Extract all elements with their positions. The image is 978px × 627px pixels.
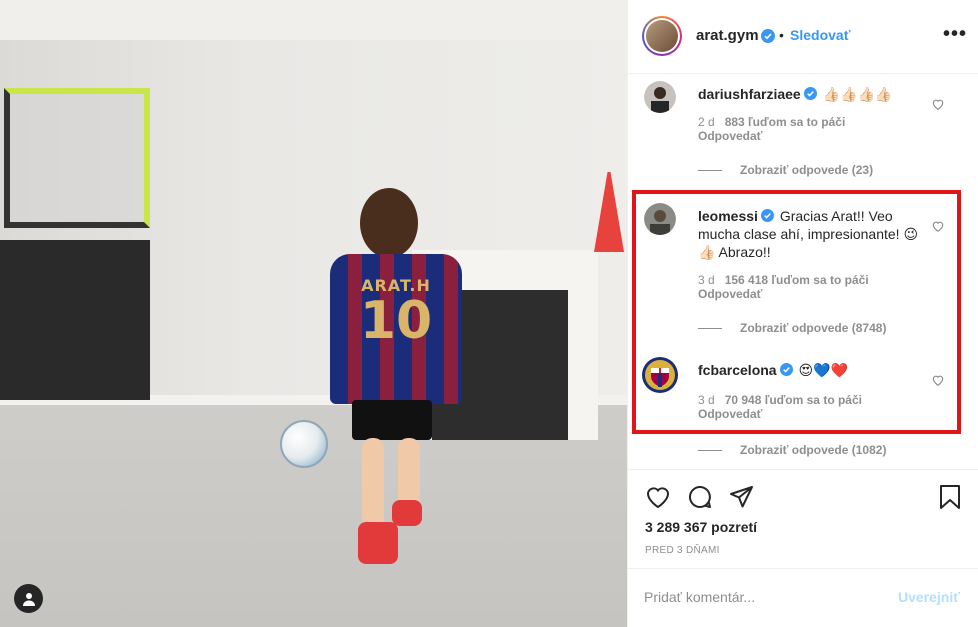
video-ceiling	[0, 0, 627, 40]
person-icon	[22, 592, 35, 606]
comment-item: dariushfarziaee 👍🏻👍🏻👍🏻👍🏻 2 d 883 ľuďom sa…	[628, 81, 978, 181]
comment-avatar[interactable]	[640, 355, 680, 395]
post-comment-button[interactable]: Uverejniť	[898, 589, 960, 605]
view-replies-button[interactable]: Zobraziť odpovede (1082)	[698, 443, 886, 457]
child-jersey: ARAT.H 10	[330, 254, 462, 404]
view-replies-button[interactable]: Zobraziť odpovede (8748)	[698, 321, 886, 335]
child-shoe-right	[392, 500, 422, 526]
video-child: ARAT.H 10	[322, 188, 472, 568]
view-count[interactable]: 3 289 367 pozretí	[645, 519, 757, 535]
follow-button[interactable]: Sledovať	[790, 27, 850, 43]
comment-avatar[interactable]	[644, 81, 676, 113]
post-video[interactable]: ARAT.H 10	[0, 0, 627, 627]
view-replies-label: Zobraziť odpovede (1082)	[740, 443, 887, 457]
verified-icon	[760, 209, 774, 222]
comment-text: 👍🏻👍🏻👍🏻👍🏻	[822, 86, 893, 102]
jersey-number: 10	[359, 291, 433, 351]
comment-avatar[interactable]	[644, 203, 676, 235]
child-shoe-left	[358, 522, 398, 564]
comment-likes[interactable]: 156 418 ľuďom sa to páči	[725, 273, 869, 287]
comment-username[interactable]: dariushfarziaee	[698, 86, 801, 102]
view-replies-button[interactable]: Zobraziť odpovede (23)	[698, 163, 873, 177]
comment-bubble-icon[interactable]	[687, 484, 713, 510]
child-leg-left	[362, 438, 384, 528]
comment-time[interactable]: 3 d	[698, 273, 715, 287]
view-replies-label: Zobraziť odpovede (23)	[740, 163, 874, 177]
heart-icon[interactable]	[931, 219, 945, 233]
comment-time[interactable]: 3 d	[698, 393, 715, 407]
post-header: arat.gym • Sledovať •••	[628, 0, 978, 74]
post-time[interactable]: PRED 3 DŇAMI	[645, 545, 720, 556]
comment-item: leomessi Gracias Arat!! Veo mucha clase …	[628, 203, 978, 335]
verified-icon	[779, 363, 793, 376]
child-hair	[360, 188, 418, 258]
more-options-button[interactable]: •••	[943, 24, 967, 44]
comment-text: 😍💙❤️	[798, 362, 848, 378]
add-comment-bar: Uverejniť	[628, 568, 978, 627]
header-separator: •	[779, 27, 784, 43]
view-replies-label: Zobraziť odpovede (8748)	[740, 321, 887, 335]
bookmark-icon[interactable]	[937, 484, 963, 510]
comment-input[interactable]	[644, 585, 884, 609]
comments-list[interactable]: dariushfarziaee 👍🏻👍🏻👍🏻👍🏻 2 d 883 ľuďom sa…	[628, 75, 978, 469]
verified-icon	[803, 87, 817, 100]
tagged-users-button[interactable]	[14, 584, 43, 613]
author-username[interactable]: arat.gym	[696, 27, 759, 44]
comment-likes[interactable]: 70 948 ľuďom sa to páči	[725, 393, 862, 407]
author-avatar[interactable]	[642, 16, 682, 56]
video-chairs	[0, 240, 150, 400]
reply-button[interactable]: Odpovedať	[698, 407, 862, 421]
share-paper-plane-icon[interactable]	[729, 484, 755, 510]
heart-icon[interactable]	[931, 97, 945, 111]
child-shorts	[352, 400, 432, 440]
verified-icon	[761, 29, 775, 43]
post-side-panel: arat.gym • Sledovať ••• dariushfarziaee …	[627, 0, 978, 627]
heart-icon[interactable]	[931, 373, 945, 387]
reply-button[interactable]: Odpovedať	[698, 287, 869, 301]
comment-username[interactable]: leomessi	[698, 208, 758, 224]
author-avatar-image	[646, 20, 678, 52]
reply-button[interactable]: Odpovedať	[698, 129, 845, 143]
comment-time[interactable]: 2 d	[698, 115, 715, 129]
video-football	[280, 420, 328, 468]
comment-likes[interactable]: 883 ľuďom sa to páči	[725, 115, 846, 129]
video-goal-net	[4, 88, 150, 228]
comment-username[interactable]: fcbarcelona	[698, 362, 777, 378]
post-actions: 3 289 367 pozretí PRED 3 DŇAMI	[628, 469, 978, 567]
comment-item: fcbarcelona 😍💙❤️ 3 d 70 948 ľuďom sa to p…	[628, 355, 978, 457]
child-leg-right	[398, 438, 420, 508]
like-heart-icon[interactable]	[645, 484, 671, 510]
